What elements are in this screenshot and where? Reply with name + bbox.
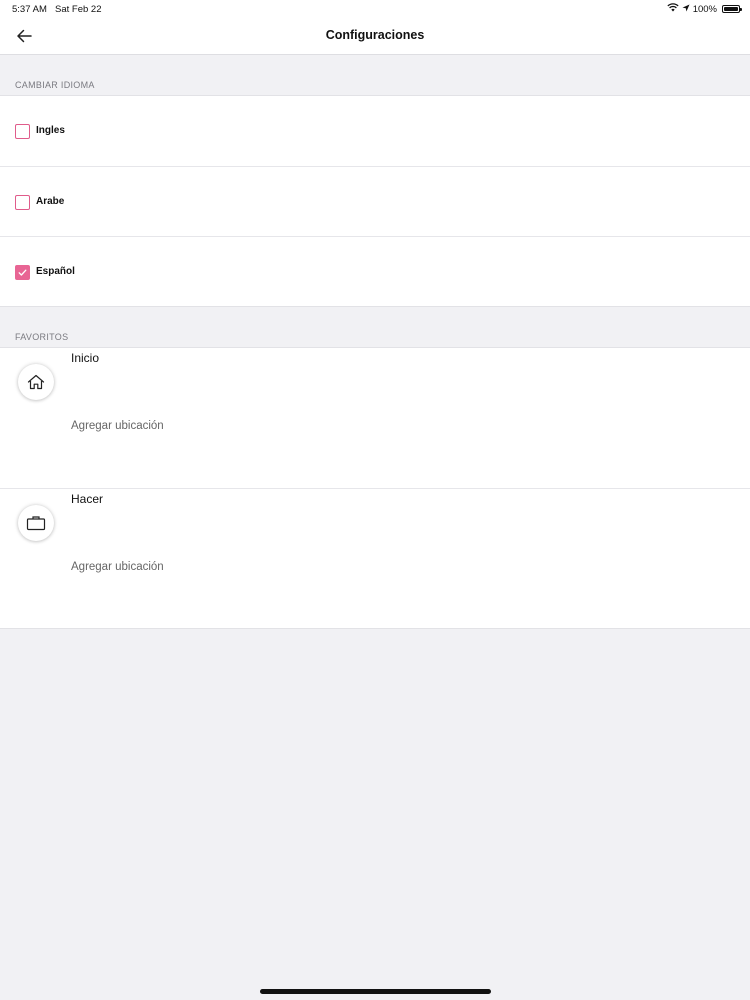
status-time: 5:37 AM [12, 4, 47, 15]
nav-bar: Configuraciones [0, 18, 750, 55]
add-location-link[interactable]: Agregar ubicación [71, 420, 164, 432]
favorite-item-inicio[interactable]: Inicio Agregar ubicación [0, 348, 750, 488]
favorite-item-hacer[interactable]: Hacer Agregar ubicación [0, 488, 750, 628]
battery-icon [722, 5, 742, 13]
checkbox[interactable] [15, 124, 30, 139]
wifi-icon [667, 3, 679, 15]
favorites-list: Inicio Agregar ubicación Hacer Agregar u… [0, 347, 750, 629]
checkbox-checked[interactable] [15, 265, 30, 280]
location-arrow-icon [682, 4, 690, 15]
home-icon-button [18, 364, 54, 400]
language-label: Arabe [36, 196, 65, 207]
add-location-link[interactable]: Agregar ubicación [71, 561, 164, 573]
checkbox[interactable] [15, 195, 30, 210]
page-title: Configuraciones [325, 28, 425, 42]
language-list: Ingles Arabe Español [0, 95, 750, 307]
briefcase-icon [26, 516, 46, 531]
favorite-title: Inicio [71, 351, 100, 365]
checkmark-icon [18, 269, 27, 276]
battery-percent: 100% [692, 3, 717, 15]
language-option-ingles[interactable]: Ingles [0, 96, 750, 166]
status-indicators: 100% [667, 3, 742, 15]
favorite-title: Hacer [71, 492, 104, 506]
language-section-header: CAMBIAR IDIOMA [15, 80, 95, 90]
home-icon [27, 374, 45, 390]
settings-screen: 5:37 AM Sat Feb 22 100% Configuraciones … [0, 0, 750, 1000]
home-indicator[interactable] [260, 989, 491, 994]
status-date: Sat Feb 22 [55, 4, 102, 15]
language-option-arabe[interactable]: Arabe [0, 166, 750, 236]
favorites-section-header: FAVORITOS [15, 332, 69, 342]
language-label: Ingles [36, 125, 65, 136]
language-option-espanol[interactable]: Español [0, 236, 750, 306]
briefcase-icon-button [18, 505, 54, 541]
language-label: Español [36, 266, 75, 277]
status-bar: 5:37 AM Sat Feb 22 100% [0, 0, 750, 18]
